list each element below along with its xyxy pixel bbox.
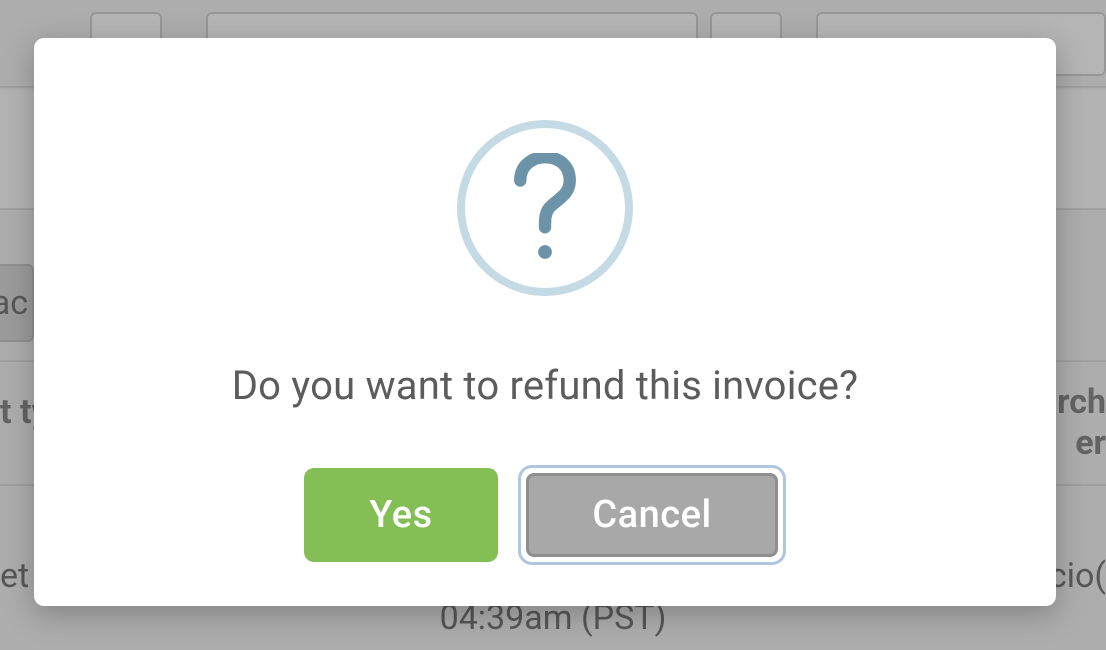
cancel-button-focus-ring: Cancel [518, 465, 786, 565]
confirm-button[interactable]: Yes [304, 468, 498, 562]
confirm-dialog: Do you want to refund this invoice? Yes … [34, 38, 1056, 606]
dialog-title: Do you want to refund this invoice? [232, 362, 859, 409]
dialog-button-row: Yes Cancel [304, 465, 786, 565]
question-icon [457, 120, 633, 296]
cancel-button[interactable]: Cancel [526, 473, 778, 557]
question-mark-glyph [506, 153, 584, 263]
